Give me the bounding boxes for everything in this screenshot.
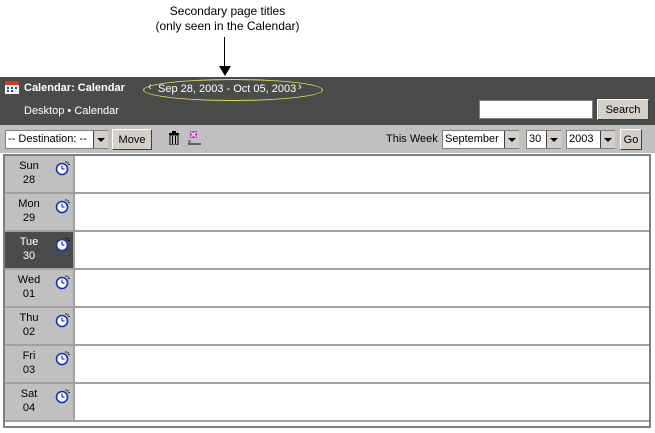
svg-text:x: x xyxy=(188,139,191,145)
add-event-clock-icon[interactable] xyxy=(55,274,71,290)
day-header-cell[interactable]: Wed 01 xyxy=(5,270,75,306)
search-input[interactable] xyxy=(479,100,593,119)
search-button[interactable]: Search xyxy=(597,99,649,120)
day-number: 01 xyxy=(22,288,36,300)
day-number: 04 xyxy=(22,402,36,414)
day-header-cell[interactable]: Mon 29 xyxy=(5,194,75,230)
move-button[interactable]: Move xyxy=(112,129,152,150)
this-week-label: This Week xyxy=(386,133,438,145)
day-events-area[interactable] xyxy=(77,232,649,268)
day-row: Mon 29 xyxy=(5,194,649,232)
annotation-line-1: Secondary page titles xyxy=(169,4,286,18)
day-name: Sat xyxy=(20,388,38,400)
next-week-chevron-icon[interactable]: › xyxy=(298,81,302,93)
trash-icon[interactable] xyxy=(168,131,180,145)
day-events-area[interactable] xyxy=(77,270,649,306)
secondary-page-title: Sep 28, 2003 - Oct 05, 2003 xyxy=(158,83,297,95)
day-name: Mon xyxy=(18,198,40,210)
day-number: 30 xyxy=(22,250,36,262)
day-events-area[interactable] xyxy=(77,156,649,192)
page-header: Calendar: Calendar ‹ Sep 28, 2003 - Oct … xyxy=(0,77,655,125)
day-name: Tue xyxy=(19,236,39,248)
day-events-area[interactable] xyxy=(77,384,649,420)
day-row: Sat 04 xyxy=(5,384,649,422)
chevron-down-icon[interactable] xyxy=(546,131,561,148)
day-events-area[interactable] xyxy=(77,346,649,382)
day-row: Fri 03 xyxy=(5,346,649,384)
day-header-cell[interactable]: Tue 30 xyxy=(5,232,75,268)
day-number: 29 xyxy=(22,212,36,224)
add-event-clock-icon[interactable] xyxy=(55,312,71,328)
day-row: Wed 01 xyxy=(5,270,649,308)
add-event-clock-icon[interactable] xyxy=(55,160,71,176)
month-select[interactable]: September xyxy=(442,130,519,149)
toolbar: -- Destination: -- Move x This Week Sept… xyxy=(0,125,655,153)
day-select-value: 30 xyxy=(529,133,542,145)
day-number: 28 xyxy=(22,174,36,186)
add-event-clock-icon[interactable] xyxy=(55,236,71,252)
year-select[interactable]: 2003 xyxy=(566,130,615,149)
day-name: Fri xyxy=(22,350,36,362)
annotation-arrow-head xyxy=(219,66,231,76)
chevron-down-icon[interactable] xyxy=(504,131,519,148)
breadcrumb: Desktop • Calendar xyxy=(24,105,119,117)
chevron-down-icon[interactable] xyxy=(93,131,108,148)
day-header-cell[interactable]: Sun 28 xyxy=(5,156,75,192)
day-name: Sun xyxy=(19,160,39,172)
destination-select[interactable]: -- Destination: -- xyxy=(5,130,108,149)
day-events-area[interactable] xyxy=(77,194,649,230)
year-select-value: 2003 xyxy=(569,133,594,145)
day-number: 02 xyxy=(22,326,36,338)
annotation-line-2: (only seen in the Calendar) xyxy=(155,19,300,33)
month-select-value: September xyxy=(445,133,499,145)
day-header-cell[interactable]: Fri 03 xyxy=(5,346,75,382)
day-row: Tue 30 xyxy=(5,232,649,270)
day-header-cell[interactable]: Thu 02 xyxy=(5,308,75,344)
annotation-arrow-line xyxy=(224,37,225,67)
go-button[interactable]: Go xyxy=(620,129,642,150)
add-event-clock-icon[interactable] xyxy=(55,198,71,214)
day-select[interactable]: 30 xyxy=(526,130,561,149)
week-calendar: Sun 28 Mon 29 Tue 30 Wed 01 Thu 02 Fri 03 Sat 04 xyxy=(3,154,651,428)
previous-week-chevron-icon[interactable]: ‹ xyxy=(148,81,152,93)
add-event-clock-icon[interactable] xyxy=(55,350,71,366)
chevron-down-icon[interactable] xyxy=(600,131,615,148)
calendar-app-icon xyxy=(5,81,19,94)
annotation-text: Secondary page titles (only seen in the … xyxy=(120,4,335,34)
task-icon[interactable]: x xyxy=(186,130,202,146)
day-name: Thu xyxy=(19,312,39,324)
destination-select-value: -- Destination: -- xyxy=(8,133,87,145)
day-row: Thu 02 xyxy=(5,308,649,346)
day-row: Sun 28 xyxy=(5,156,649,194)
add-event-clock-icon[interactable] xyxy=(55,388,71,404)
day-name: Wed xyxy=(17,274,41,286)
day-number: 03 xyxy=(22,364,36,376)
day-header-cell[interactable]: Sat 04 xyxy=(5,384,75,420)
day-events-area[interactable] xyxy=(77,308,649,344)
page-title: Calendar: Calendar xyxy=(24,82,125,94)
